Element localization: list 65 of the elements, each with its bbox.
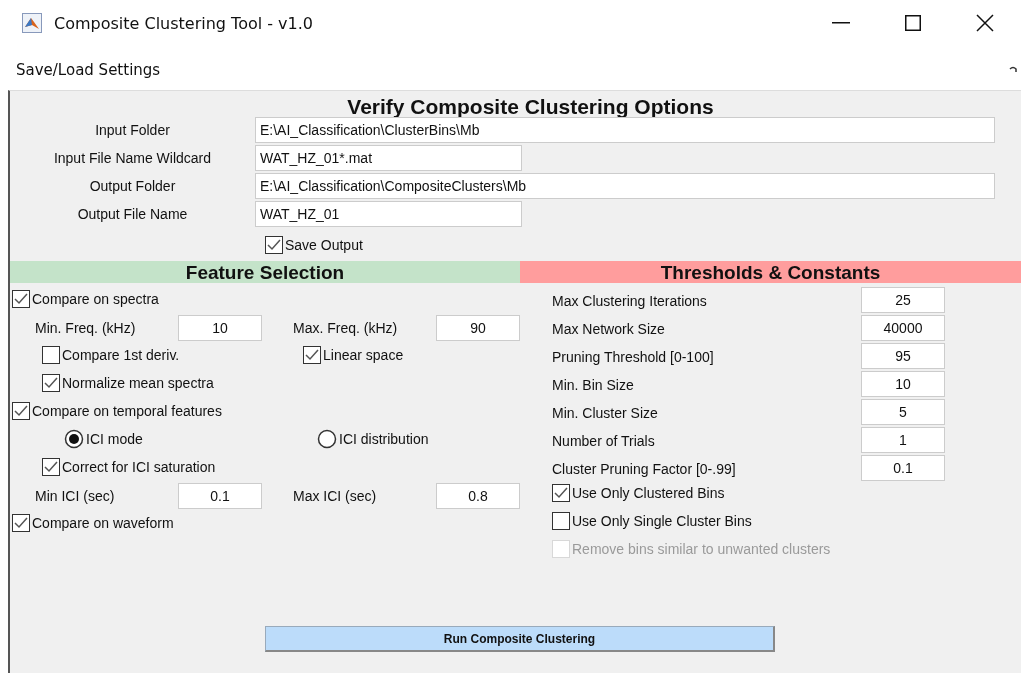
field-label: Output Folder: [88, 178, 177, 194]
field-label: Max Clustering Iterations: [552, 293, 708, 311]
checkbox-label: Compare on temporal features: [32, 403, 222, 419]
section-header: Thresholds & Constants: [520, 261, 1021, 283]
number-field[interactable]: 25: [861, 287, 945, 313]
checkbox-label: Linear space: [323, 347, 404, 363]
field-label: Output File Name: [76, 206, 189, 222]
menu-item[interactable]: Save/Load Settings: [16, 61, 161, 79]
form-heading: Verify Composite Clustering Options: [346, 97, 715, 117]
number-field[interactable]: 10: [861, 371, 945, 397]
text-field[interactable]: WAT_HZ_01*.mat: [255, 145, 522, 171]
checkbox[interactable]: [552, 484, 570, 502]
minimize-icon: [832, 22, 850, 24]
section-header: Feature Selection: [10, 261, 520, 283]
radio-label: ICI distribution: [339, 431, 429, 447]
field-label: Input File Name Wildcard: [52, 150, 213, 166]
checkbox[interactable]: [12, 514, 30, 532]
checkbox[interactable]: [265, 236, 283, 254]
maximize-icon: [905, 15, 921, 31]
checkbox-label: Correct for ICI saturation: [62, 459, 216, 475]
checkbox[interactable]: [42, 458, 60, 476]
text-field[interactable]: WAT_HZ_01: [255, 201, 522, 227]
checkbox-label: Use Only Single Cluster Bins: [572, 513, 752, 529]
field-label: Min ICI (sec): [35, 488, 116, 504]
field-label: Number of Trials: [552, 433, 656, 451]
number-field[interactable]: 1: [861, 427, 945, 453]
checkbox-label: Normalize mean spectra: [62, 375, 214, 391]
close-icon: [976, 14, 994, 32]
checkbox[interactable]: [42, 374, 60, 392]
field-label: Pruning Threshold [0-100]: [552, 349, 715, 367]
number-field[interactable]: 0.1: [178, 483, 262, 509]
app-icon: [22, 13, 42, 33]
number-field[interactable]: 90: [436, 315, 520, 341]
field-label: Max ICI (sec): [293, 488, 378, 504]
checkbox-label: Compare 1st deriv.: [62, 347, 180, 363]
radio-button[interactable]: [64, 429, 84, 449]
checkbox[interactable]: [12, 402, 30, 420]
field-label: Min. Freq. (kHz): [35, 320, 137, 336]
checkbox-label: Compare on spectra: [32, 291, 159, 307]
number-field[interactable]: 5: [861, 399, 945, 425]
checkbox-label: Save Output: [285, 237, 363, 253]
field-label: Min. Cluster Size: [552, 405, 659, 423]
checkbox[interactable]: [12, 290, 30, 308]
field-label: Cluster Pruning Factor [0-.99]: [552, 461, 737, 479]
radio-button[interactable]: [317, 429, 337, 449]
number-field[interactable]: 10: [178, 315, 262, 341]
field-label: Max. Freq. (kHz): [293, 320, 399, 336]
field-label: Min. Bin Size: [552, 377, 635, 395]
checkbox[interactable]: [42, 346, 60, 364]
text-field[interactable]: E:\AI_Classification\CompositeClusters\Mb: [255, 173, 995, 199]
text-field[interactable]: E:\AI_Classification\ClusterBins\Mb: [255, 117, 995, 143]
run-button[interactable]: Run Composite Clustering: [265, 626, 775, 652]
field-label: Input Folder: [94, 122, 171, 138]
field-label: Max Network Size: [552, 321, 666, 339]
number-field[interactable]: 40000: [861, 315, 945, 341]
number-field[interactable]: 95: [861, 343, 945, 369]
number-field[interactable]: 0.1: [861, 455, 945, 481]
checkbox-label: Remove bins similar to unwanted clusters: [572, 541, 831, 557]
checkbox-label: Compare on waveform: [32, 515, 174, 531]
radio-label: ICI mode: [86, 431, 143, 447]
checkbox[interactable]: [552, 512, 570, 530]
checkbox-label: Use Only Clustered Bins: [572, 485, 725, 501]
number-field[interactable]: 0.8: [436, 483, 520, 509]
window-title: Composite Clustering Tool - v1.0: [54, 13, 315, 33]
checkbox[interactable]: [303, 346, 321, 364]
